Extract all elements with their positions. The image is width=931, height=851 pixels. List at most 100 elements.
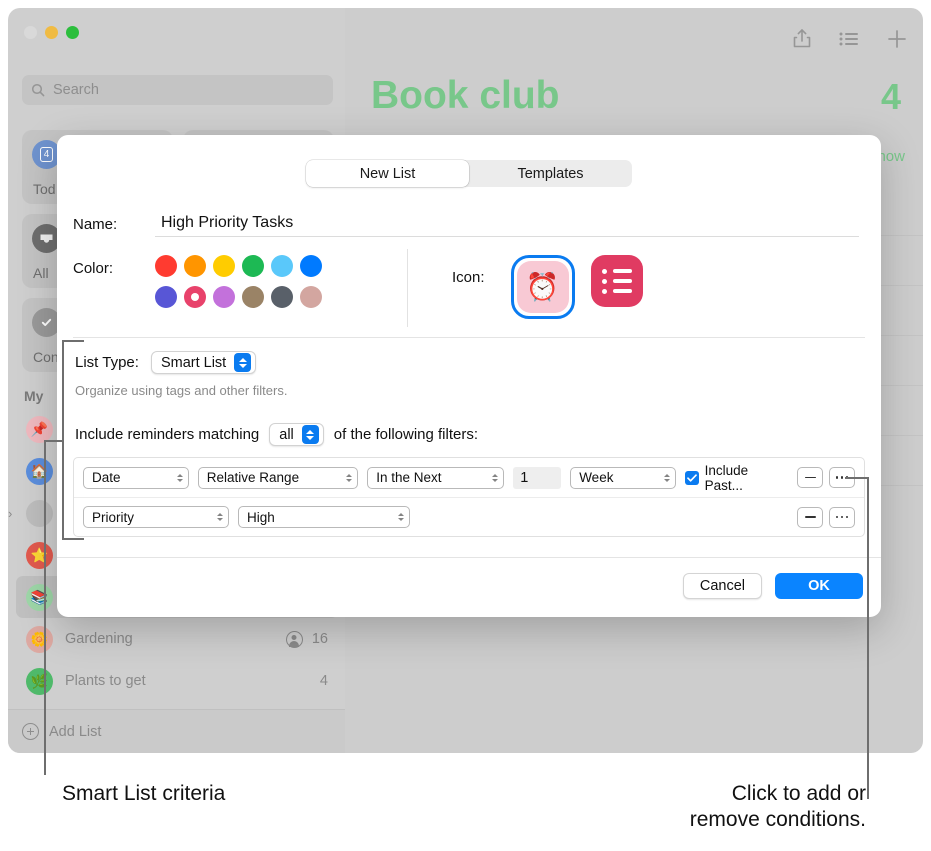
callout-label-right-line2: remove conditions. (689, 808, 866, 832)
match-type-select[interactable]: all (269, 423, 324, 446)
alarm-clock-icon[interactable]: ⏰ (516, 261, 569, 313)
smart-card-label: All (33, 265, 49, 281)
folder-icon (26, 499, 53, 527)
list-type-select[interactable]: Smart List (150, 351, 257, 374)
callout-leader-left-horizontal (44, 440, 64, 443)
books-emoji-icon: 📚 (26, 583, 53, 611)
chevron-updown-icon (346, 473, 353, 482)
list-item-count: 4 (319, 673, 328, 689)
dialog-tabs: New List Templates (306, 160, 632, 187)
callout-label-right: Click to add or remove conditions. (690, 781, 866, 834)
list-item-gardening[interactable]: 🌼 Gardening 16 (16, 618, 338, 660)
ok-button[interactable]: OK (775, 573, 863, 599)
color-swatch-light-blue[interactable] (271, 255, 293, 277)
list-view-icon[interactable] (839, 31, 859, 52)
color-swatch-violet[interactable] (213, 286, 235, 308)
color-row: Color: (73, 255, 329, 308)
page-count: 4 (880, 76, 901, 117)
filter-operator-select[interactable]: High (238, 506, 410, 528)
include-past-label: Include Past... (704, 462, 749, 493)
add-list-label: Add List (49, 723, 102, 740)
filter-field-select[interactable]: Priority (83, 506, 229, 528)
minimize-button[interactable] (45, 26, 58, 39)
remove-condition-button[interactable] (797, 467, 823, 488)
list-type-value: Smart List (160, 354, 227, 371)
plus-circle-icon (22, 723, 39, 740)
name-row: Name: (73, 212, 859, 237)
color-swatch-brown[interactable] (242, 286, 264, 308)
list-item-label: Plants to get (65, 673, 146, 689)
filter-field-select[interactable]: Date (83, 466, 189, 489)
smart-list-criteria-bracket (62, 340, 84, 540)
chevron-updown-icon (217, 513, 223, 521)
match-type-value: all (279, 426, 294, 443)
main-toolbar (793, 28, 907, 54)
zoom-button[interactable] (66, 26, 79, 39)
color-swatch-yellow[interactable] (213, 255, 235, 277)
chevron-updown-icon (398, 513, 404, 521)
filter-row-priority: Priority High (74, 497, 864, 536)
icon-selection-ring: ⏰ (510, 255, 575, 319)
color-swatch-gray[interactable] (271, 286, 293, 308)
match-suffix-label: of the following filters: (333, 426, 479, 443)
add-list-button[interactable]: Add List (8, 709, 345, 753)
page-title: Book club (371, 74, 560, 117)
home-emoji-icon: 🏠 (26, 457, 53, 485)
add-reminder-icon[interactable] (887, 29, 907, 54)
filter-row-date: Date Relative Range In the Next Week (74, 458, 864, 497)
filter-condition-select[interactable]: In the Next (367, 466, 505, 489)
callout-leader-right-horizontal (845, 477, 869, 480)
filter-amount-input[interactable] (513, 466, 562, 489)
color-swatch-indigo[interactable] (155, 286, 177, 308)
new-list-dialog: New List Templates Name: Color: (57, 135, 881, 617)
list-name-input[interactable] (155, 212, 859, 237)
icon-row: Icon: ⏰ (452, 255, 643, 319)
callout-leader-right-vertical (866, 477, 869, 799)
color-swatch-orange[interactable] (184, 255, 206, 277)
more-options-button[interactable] (829, 506, 855, 528)
tab-templates[interactable]: Templates (469, 160, 632, 187)
chevron-updown-icon (492, 473, 499, 482)
chevron-updown-icon (176, 473, 183, 482)
filters-container: Date Relative Range In the Next Week (73, 457, 865, 537)
match-row: Include reminders matching all of the fo… (75, 423, 478, 446)
color-swatch-red[interactable] (155, 255, 177, 277)
filter-unit-value: Week (579, 470, 614, 485)
chevron-updown-icon (234, 353, 252, 372)
remove-condition-button[interactable] (797, 506, 823, 528)
color-swatch-blue[interactable] (300, 255, 322, 277)
chevron-updown-icon (301, 425, 319, 444)
color-swatch-dusty-rose[interactable] (300, 286, 322, 308)
share-icon[interactable] (793, 28, 811, 54)
icon-choices: ⏰ (510, 255, 643, 319)
filter-condition-value: In the Next (376, 470, 442, 485)
chevron-right-icon[interactable]: › (8, 506, 12, 521)
color-label: Color: (73, 260, 114, 277)
filter-operator-value: Relative Range (206, 470, 300, 485)
name-label: Name: (73, 216, 118, 233)
filter-operator-select[interactable]: Relative Range (197, 466, 359, 489)
callout-label-left: Smart List criteria (62, 782, 226, 805)
filter-unit-select[interactable]: Week (570, 466, 676, 489)
list-item-plants-to-get[interactable]: 🌿 Plants to get 4 (16, 660, 338, 702)
color-swatches (155, 255, 329, 308)
list-item-count: 16 (311, 631, 328, 647)
checkbox-checked-icon (684, 470, 699, 485)
smart-card-label: Tod (33, 181, 56, 197)
list-type-row: List Type: Smart List (75, 351, 257, 374)
chevron-updown-icon (663, 473, 670, 482)
color-swatch-green[interactable] (242, 255, 264, 277)
list-item-label: Gardening (65, 631, 133, 647)
dialog-buttons: Cancel OK (682, 573, 863, 599)
cancel-button[interactable]: Cancel (682, 573, 762, 599)
list-bullets-icon[interactable] (590, 255, 643, 307)
include-past-checkbox[interactable]: Include Past... (684, 462, 788, 493)
flower-emoji-icon: 🌼 (26, 625, 53, 653)
search-field[interactable]: Search (22, 75, 333, 105)
callout-label-right-line1: Click to add or (731, 782, 866, 805)
color-swatch-pink-selected[interactable] (184, 286, 206, 308)
tab-new-list[interactable]: New List (306, 160, 469, 187)
star-emoji-icon: ⭐ (26, 541, 53, 569)
show-completed-link[interactable]: how (877, 148, 905, 165)
close-button[interactable] (24, 26, 37, 39)
